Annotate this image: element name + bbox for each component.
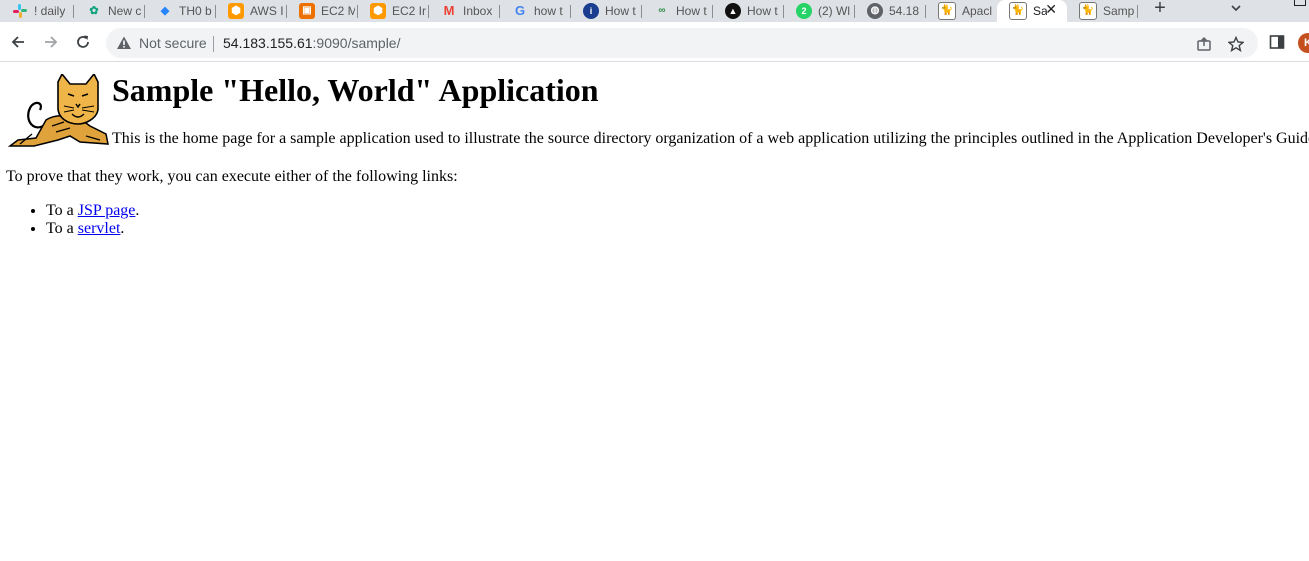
tab-label: EC2 M	[321, 4, 355, 18]
tab-label: Apacl	[962, 4, 993, 18]
tab-th0[interactable]: ◆ TH0 b	[145, 0, 216, 22]
info-icon: i	[583, 3, 599, 19]
tab-label: 54.18	[889, 4, 920, 18]
browser-toolbar: Not secure 54.183.155.61:9090/sample/ K	[0, 22, 1309, 62]
tab-separator	[1137, 5, 1138, 18]
tab-strip: ! daily ✿ New c ◆ TH0 b ⬢ AWS I ▣ EC2 M …	[0, 0, 1309, 22]
tab-sample-active[interactable]: 🐈 Sa ✕	[997, 0, 1067, 22]
reload-button[interactable]	[73, 32, 93, 52]
google-icon: G	[514, 3, 526, 18]
close-tab-icon[interactable]: ✕	[1045, 1, 1057, 18]
tab-search-icon[interactable]	[1230, 2, 1246, 18]
aws-icon: ⬢	[228, 3, 244, 19]
openai-icon: ✿	[89, 5, 99, 17]
tab-whatsapp[interactable]: 2 (2) Wl	[784, 0, 855, 22]
whatsapp-icon: 2	[796, 3, 812, 19]
tab-label: (2) Wl	[818, 4, 850, 18]
tab-sample[interactable]: 🐈 Samp	[1067, 0, 1138, 22]
back-arrow-icon	[11, 36, 24, 48]
tab-daily[interactable]: ! daily	[0, 0, 74, 22]
tomcat-icon: 🐈	[1009, 2, 1027, 20]
tab-label: TH0 b	[179, 4, 212, 18]
tomcat-icon: 🐈	[1079, 2, 1097, 20]
address-separator	[213, 36, 214, 52]
tab-label: How t	[676, 4, 707, 18]
tab-label: How t	[747, 4, 778, 18]
tab-label: New c	[108, 4, 142, 18]
tab-label: ! daily	[34, 4, 66, 18]
bookmark-star-icon[interactable]	[1227, 35, 1245, 53]
list-item: To a JSP page.	[46, 202, 139, 220]
tab-how-3[interactable]: ▲ How t	[713, 0, 784, 22]
tab-label: EC2 Ir	[392, 4, 426, 18]
url-host: 54.183.155.61	[223, 35, 313, 51]
tab-ip[interactable]: ◍ 54.18	[855, 0, 926, 22]
link-suffix: .	[135, 202, 140, 219]
security-label[interactable]: Not secure	[139, 35, 207, 51]
link-suffix: .	[120, 220, 125, 237]
site-icon: ▲	[725, 3, 741, 19]
tomcat-icon: 🐈	[938, 2, 956, 20]
warning-icon[interactable]	[116, 35, 132, 56]
profile-avatar[interactable]: K	[1298, 33, 1309, 53]
jira-icon: ◆	[160, 5, 170, 17]
tab-inbox[interactable]: M Inbox	[429, 0, 500, 22]
share-icon[interactable]	[1195, 35, 1213, 53]
back-button[interactable]	[8, 32, 28, 52]
tab-ec2-i[interactable]: ⬢ EC2 Ir	[358, 0, 429, 22]
jsp-page-link[interactable]: JSP page	[78, 202, 136, 219]
servlet-link[interactable]: servlet	[78, 220, 121, 237]
slack-icon	[12, 3, 28, 19]
tab-label: Samp	[1103, 4, 1135, 18]
tab-label: Inbox	[463, 4, 493, 18]
intro-paragraph: This is the home page for a sample appli…	[112, 130, 1309, 147]
side-panel-icon[interactable]	[1269, 34, 1285, 55]
tab-how-1[interactable]: i How t	[571, 0, 642, 22]
tab-label: AWS I	[250, 4, 284, 18]
globe-icon: ◍	[867, 3, 883, 19]
restore-window-icon[interactable]	[1294, 0, 1306, 6]
tab-label: how t	[534, 4, 563, 18]
gmail-icon: M	[443, 3, 455, 18]
tab-how-2[interactable]: ∞ How t	[642, 0, 713, 22]
tab-how-google[interactable]: G how t	[500, 0, 571, 22]
page-content: Sample "Hello, World" Application This i…	[0, 62, 1309, 561]
url-text[interactable]: 54.183.155.61:9090/sample/	[223, 35, 400, 51]
aws-icon: ⬢	[370, 3, 386, 19]
instructions-paragraph: To prove that they work, you can execute…	[6, 168, 458, 185]
tab-ec2-m[interactable]: ▣ EC2 M	[287, 0, 358, 22]
sample-links-list: To a JSP page. To a servlet.	[22, 202, 139, 238]
forward-arrow-icon	[45, 36, 58, 48]
link-prefix: To a	[46, 202, 78, 219]
link-prefix: To a	[46, 220, 78, 237]
tab-apache[interactable]: 🐈 Apacl	[926, 0, 997, 22]
page-title: Sample "Hello, World" Application	[112, 72, 599, 108]
forward-button[interactable]	[41, 32, 61, 52]
tab-new-chat[interactable]: ✿ New c	[74, 0, 145, 22]
tab-aws[interactable]: ⬢ AWS I	[216, 0, 287, 22]
reload-icon	[77, 35, 89, 48]
geeksforgeeks-icon: ∞	[658, 5, 666, 16]
ec2-icon: ▣	[299, 3, 315, 19]
tab-label: How t	[605, 4, 636, 18]
list-item: To a servlet.	[46, 220, 139, 238]
tomcat-logo	[7, 74, 109, 147]
new-tab-button[interactable]: +	[1150, 0, 1170, 20]
address-bar[interactable]: Not secure 54.183.155.61:9090/sample/	[106, 28, 1258, 58]
url-path: :9090/sample/	[312, 35, 401, 51]
